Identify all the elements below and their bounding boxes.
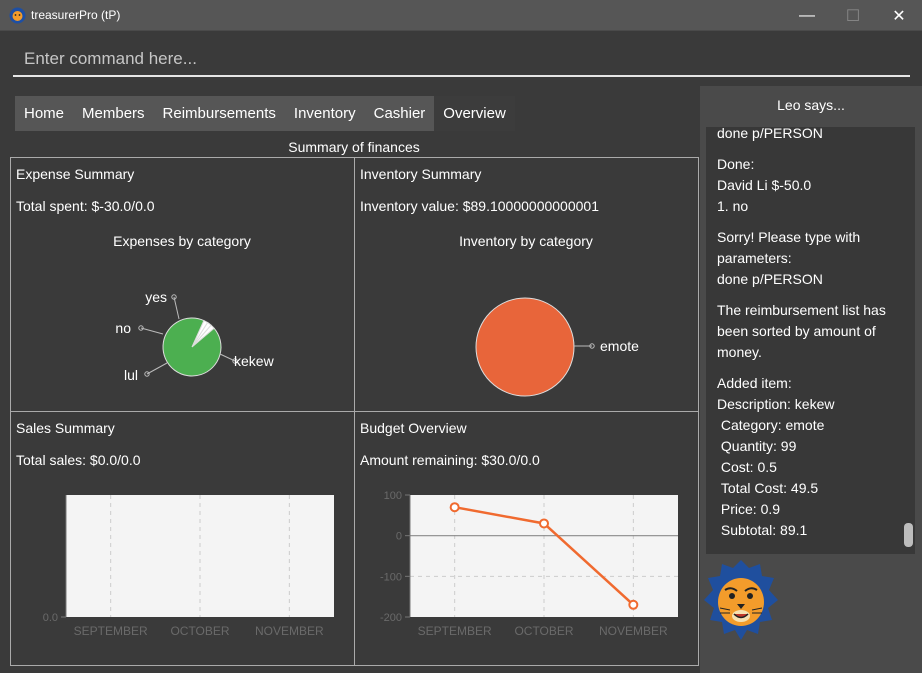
overview-panel: Summary of finances Expense Summary Tota… — [8, 137, 700, 667]
x-tick-label: OCTOBER — [170, 624, 229, 638]
command-area — [0, 31, 922, 86]
pie-label-leader — [140, 327, 164, 335]
budget-line-chart: SEPTEMBER OCTOBER NOVEMBER 100 0 -100 -200 — [380, 490, 678, 638]
pie-slice — [475, 297, 575, 397]
data-point — [539, 518, 549, 529]
maximize-button[interactable]: ☐ — [830, 0, 876, 31]
lion-app-icon — [9, 7, 26, 24]
x-tick-label: SEPTEMBER — [418, 624, 492, 638]
pie-label-leader — [173, 296, 180, 320]
chat-scrollbar-thumb[interactable] — [904, 523, 913, 547]
pie-label: lul — [124, 367, 138, 383]
tab-members[interactable]: Members — [73, 96, 154, 131]
chat-message: Added item: Description: kekew Category:… — [717, 375, 835, 538]
tab-overview[interactable]: Overview — [434, 96, 515, 131]
chat-message: done p/PERSON — [717, 127, 823, 141]
inventory-summary-title: Inventory Summary — [360, 166, 482, 182]
inventory-chart-title: Inventory by category — [459, 233, 593, 249]
minimize-button[interactable]: — — [784, 0, 830, 31]
expense-summary-panel: Expense Summary Total spent: $-30.0/0.0 … — [10, 157, 355, 412]
y-tick-label: 100 — [384, 490, 402, 502]
budget-overview-panel: Budget Overview Amount remaining: $30.0/… — [354, 411, 699, 666]
y-tick-label: 0.0 — [43, 612, 58, 624]
expense-chart-title: Expenses by category — [113, 233, 251, 249]
inventory-value-text: Inventory value: $89.10000000000001 — [360, 198, 599, 214]
chat-message: Sorry! Please type with parameters: done… — [717, 229, 861, 287]
amount-remaining-text: Amount remaining: $30.0/0.0 — [360, 452, 540, 468]
command-input[interactable] — [13, 43, 910, 77]
y-tick-label: -100 — [380, 571, 402, 583]
data-point — [628, 599, 639, 610]
pie-label: kekew — [234, 353, 275, 369]
total-sales-text: Total sales: $0.0/0.0 — [16, 452, 141, 468]
window-title: treasurerPro (tP) — [31, 8, 121, 22]
chat-log[interactable]: done p/PERSON Done: David Li $-50.0 1. n… — [706, 127, 915, 554]
tab-home[interactable]: Home — [15, 96, 73, 131]
chat-message: The reimbursement list has been sorted b… — [717, 302, 890, 360]
pie-label: no — [115, 320, 131, 336]
x-tick-label: NOVEMBER — [255, 624, 324, 638]
sales-summary-title: Sales Summary — [16, 420, 115, 436]
assistant-title: Leo says... — [777, 97, 845, 113]
y-tick-label: -200 — [380, 612, 402, 624]
expense-pie-chart: Expenses by category yesno lul kekew — [113, 233, 275, 383]
title-bar: treasurerPro (tP) — ☐ ✕ — [0, 0, 922, 31]
pie-label-leader — [146, 362, 168, 375]
data-point — [449, 502, 460, 513]
sales-summary-panel: Sales Summary Total sales: $0.0/0.0 SEPT… — [10, 411, 355, 666]
tab-bar: Home Members Reimbursements Inventory Ca… — [15, 96, 515, 131]
overview-title: Summary of finances — [288, 139, 420, 155]
x-tick-label: OCTOBER — [514, 624, 573, 638]
tab-inventory[interactable]: Inventory — [285, 96, 365, 131]
y-tick-label: 0 — [396, 531, 402, 543]
tab-cashier[interactable]: Cashier — [365, 96, 435, 131]
x-tick-label: NOVEMBER — [599, 624, 668, 638]
chat-message: Done: David Li $-50.0 1. no — [717, 156, 812, 214]
tab-reimbursements[interactable]: Reimbursements — [154, 96, 285, 131]
lion-mascot-icon — [704, 560, 778, 640]
close-button[interactable]: ✕ — [876, 0, 922, 31]
total-spent-text: Total spent: $-30.0/0.0 — [16, 198, 155, 214]
x-tick-label: SEPTEMBER — [74, 624, 148, 638]
assistant-panel: Leo says... done p/PERSON Done: David Li… — [700, 86, 922, 673]
sales-line-chart: SEPTEMBER OCTOBER NOVEMBER 0.0 — [43, 495, 334, 638]
expense-summary-title: Expense Summary — [16, 166, 135, 182]
inventory-pie-chart: Inventory by category emote — [459, 233, 639, 397]
pie-label: yes — [145, 289, 167, 305]
inventory-summary-panel: Inventory Summary Inventory value: $89.1… — [354, 157, 699, 412]
budget-overview-title: Budget Overview — [360, 420, 467, 436]
pie-label: emote — [600, 338, 639, 354]
